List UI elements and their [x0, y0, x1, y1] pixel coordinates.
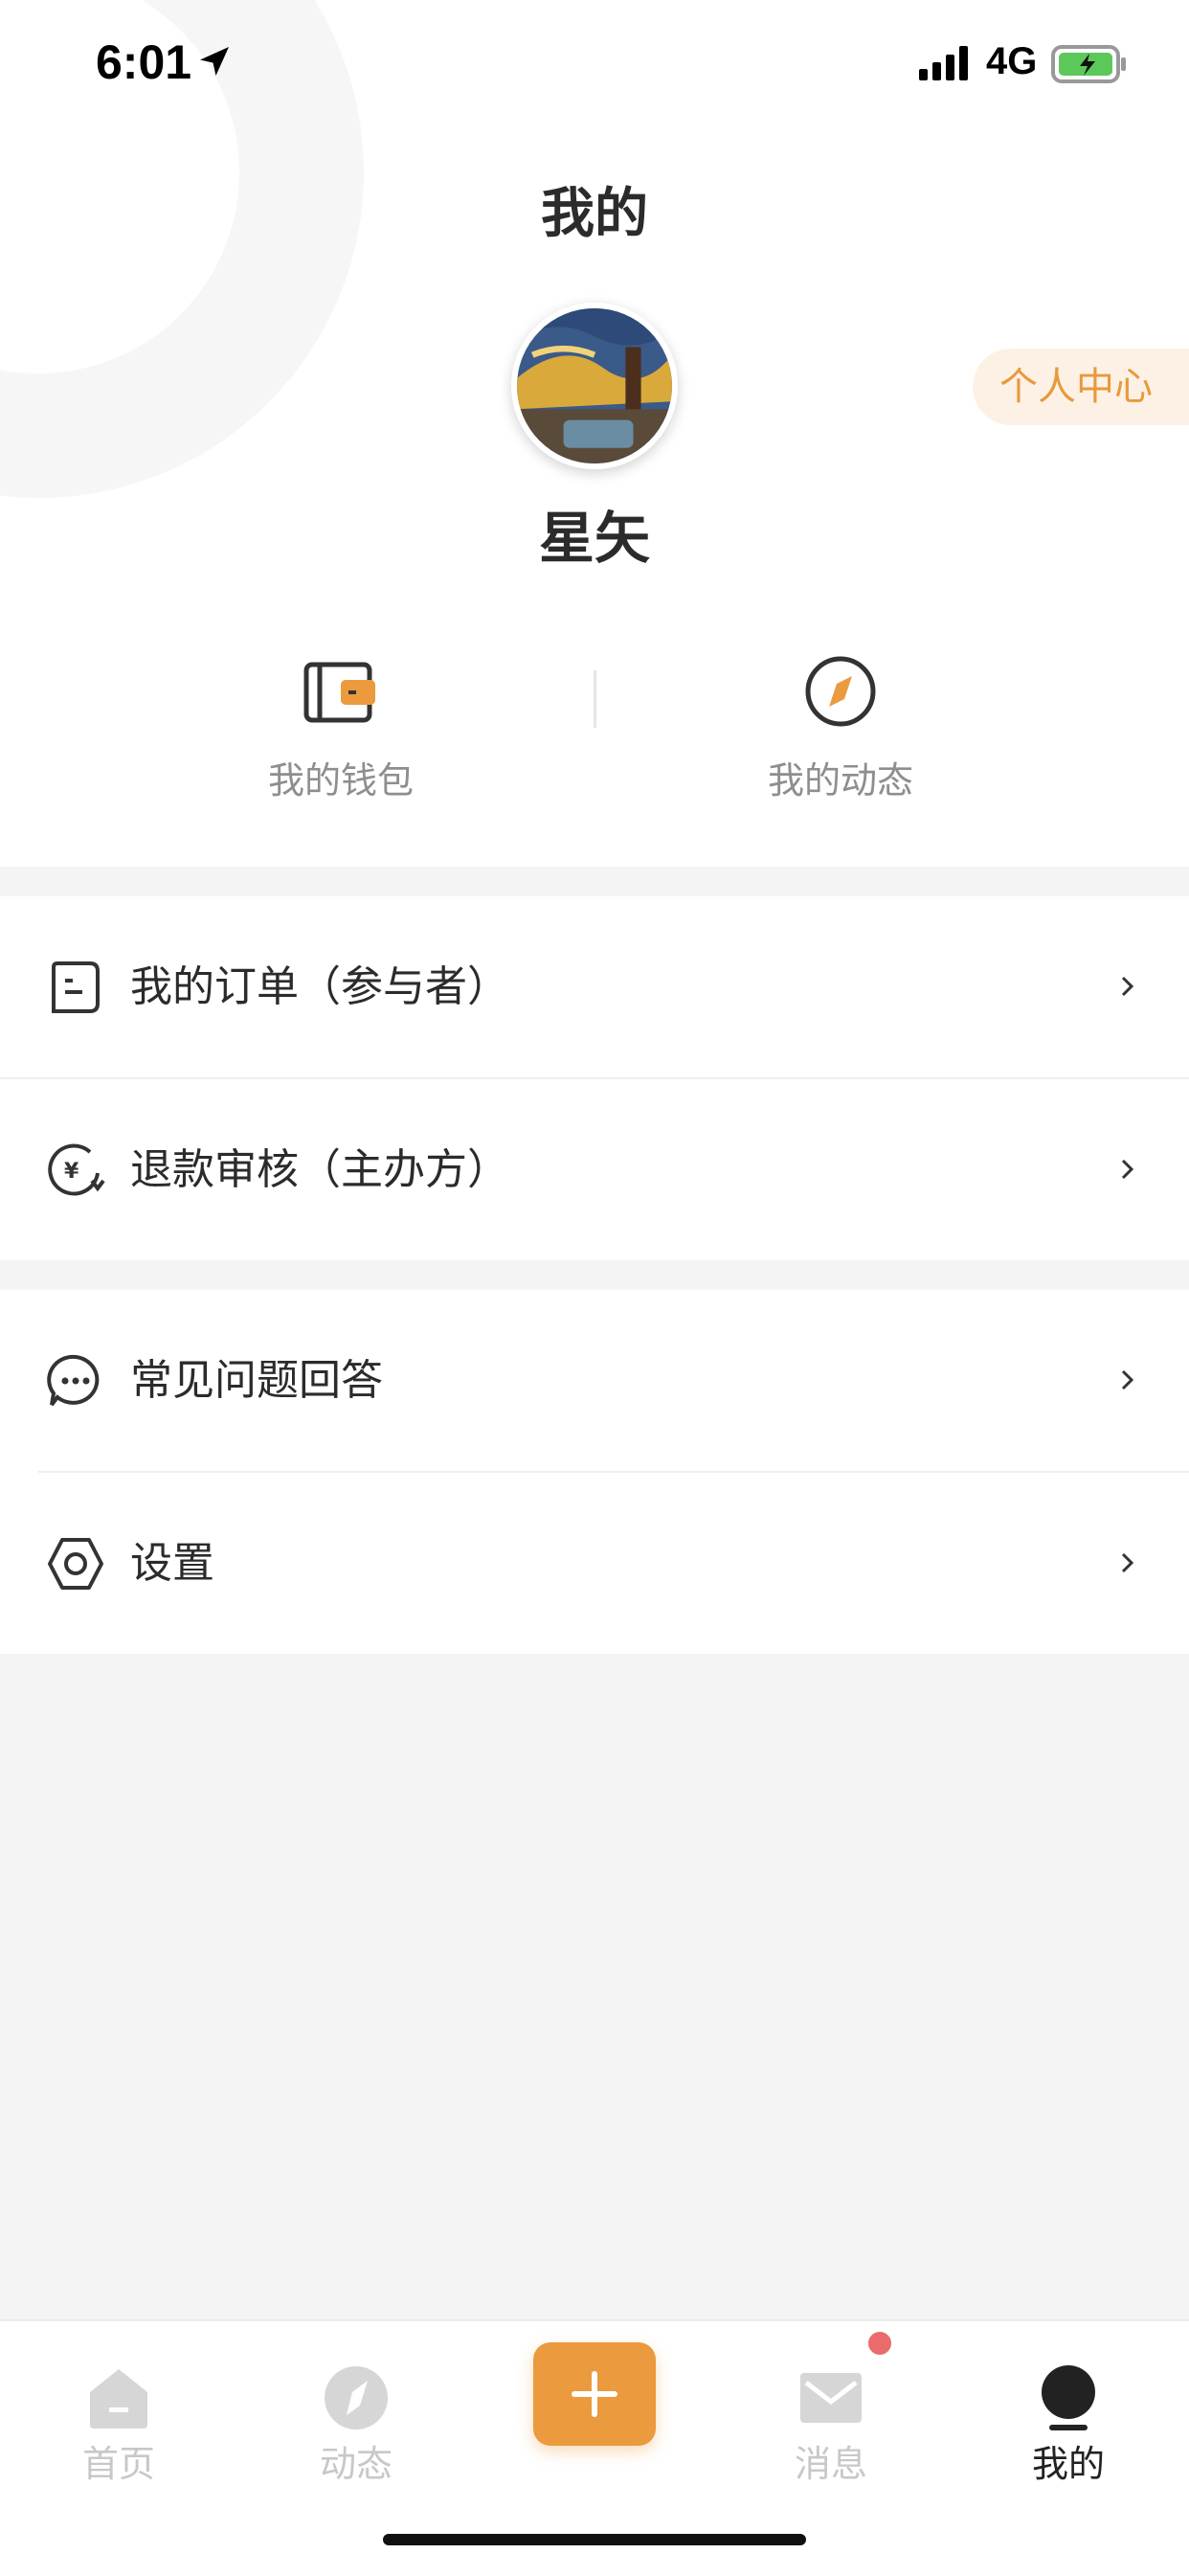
tab-label: 我的	[1031, 2443, 1105, 2485]
avatar-image	[517, 308, 672, 463]
message-badge	[865, 2329, 894, 2358]
avatar[interactable]	[511, 303, 678, 469]
battery-icon	[1051, 45, 1126, 83]
tab-label: 消息	[794, 2443, 867, 2485]
chevron-right-icon	[1121, 1369, 1134, 1390]
chat-bubble-icon	[47, 1354, 100, 1407]
refund-icon: ¥	[48, 1143, 105, 1196]
chevron-right-icon	[1121, 1552, 1134, 1573]
compass-icon	[805, 656, 876, 727]
user-icon	[1042, 2365, 1095, 2430]
tab-moments[interactable]: 动态	[260, 2340, 452, 2487]
order-icon	[52, 961, 100, 1013]
settings-icon	[48, 1538, 103, 1590]
page-title: 我的	[541, 183, 648, 245]
menu-item-label: 常见问题回答	[130, 1356, 383, 1405]
menu-group-orders: 我的订单（参与者） ¥ 退款审核（主办方）	[0, 896, 1189, 1260]
menu-group-help: 常见问题回答 设置	[0, 1290, 1189, 1654]
chevron-right-icon	[1121, 976, 1134, 997]
menu-item-label: 我的订单（参与者）	[130, 962, 509, 1011]
create-button[interactable]	[533, 2342, 656, 2446]
profile-header-section: 6:01 4G 我的 个人中心 星矢 我的钱包 我的动态	[0, 0, 1189, 867]
menu-item-settings[interactable]: 设置	[0, 1473, 1189, 1654]
home-icon	[90, 2369, 147, 2429]
menu-item-label: 退款审核（主办方）	[130, 1145, 509, 1194]
svg-text:¥: ¥	[64, 1160, 79, 1184]
my-wallet-label: 我的钱包	[267, 759, 414, 802]
my-moments-label: 我的动态	[767, 759, 913, 802]
username: 星矢	[538, 506, 650, 571]
tab-home[interactable]: 首页	[23, 2340, 214, 2487]
menu-item-my-orders[interactable]: 我的订单（参与者）	[0, 896, 1189, 1077]
compass-icon	[325, 2366, 388, 2429]
plus-icon	[572, 2371, 617, 2417]
tab-label: 动态	[319, 2443, 393, 2485]
signal-icon	[919, 46, 968, 80]
menu-item-faq[interactable]: 常见问题回答	[0, 1290, 1189, 1471]
tab-messages[interactable]: 消息	[735, 2340, 927, 2487]
mail-icon	[800, 2373, 862, 2423]
my-moments-button[interactable]: 我的动态	[697, 651, 984, 803]
menu-item-refund-review[interactable]: ¥ 退款审核（主办方）	[0, 1079, 1189, 1260]
home-indicator	[383, 2534, 806, 2545]
network-type: 4G	[986, 40, 1038, 82]
my-wallet-button[interactable]: 我的钱包	[197, 651, 484, 803]
chevron-right-icon	[1121, 1159, 1134, 1180]
wallet-icon	[303, 662, 375, 723]
status-bar: 6:01 4G	[0, 0, 1189, 124]
location-arrow-icon	[200, 47, 229, 76]
tab-mine[interactable]: 我的	[973, 2340, 1164, 2487]
tab-label: 首页	[81, 2443, 155, 2485]
menu-item-label: 设置	[130, 1539, 214, 1588]
status-time: 6:01	[96, 35, 192, 89]
quick-actions-divider	[594, 670, 596, 728]
personal-center-button[interactable]: 个人中心	[973, 349, 1189, 425]
